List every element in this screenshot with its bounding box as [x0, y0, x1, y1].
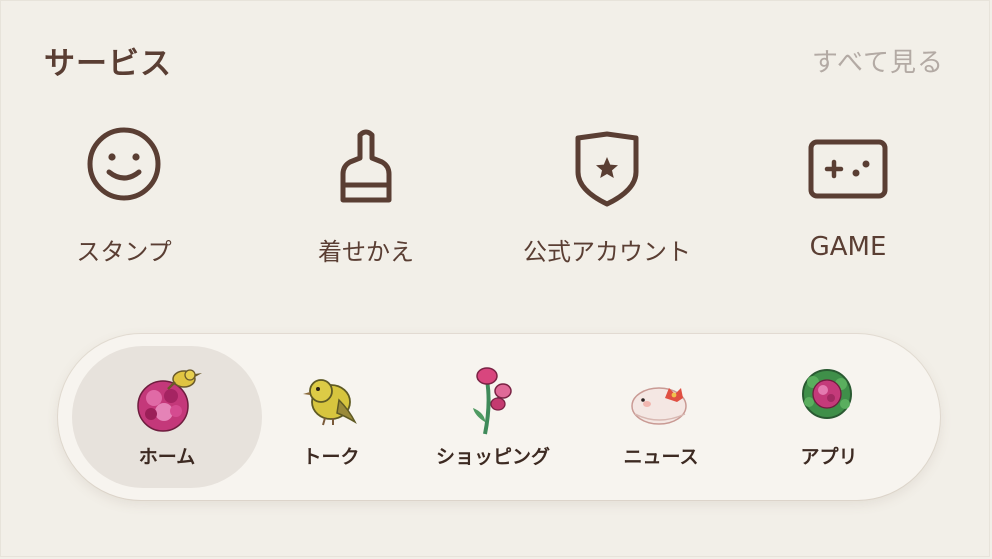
tab-news[interactable]: ニュース — [566, 346, 756, 488]
tab-shopping[interactable]: ショッピング — [398, 346, 588, 488]
see-all-link[interactable]: すべて見る — [812, 42, 944, 79]
service-label: 公式アカウント — [523, 238, 691, 266]
tab-label: アプリ — [800, 446, 858, 468]
bottom-navigation: ホーム トーク ショッピング ニュース アプリ — [58, 334, 940, 500]
flower-with-bird-icon — [137, 369, 202, 432]
service-official-accounts[interactable]: 公式アカウント — [497, 126, 717, 276]
flower-stem-icon — [473, 367, 512, 435]
bird-with-flower-icon — [631, 387, 687, 425]
tab-label: ニュース — [623, 446, 699, 468]
tab-label: ショッピング — [435, 446, 550, 468]
yellow-bird-icon — [303, 379, 357, 426]
green-wreath-flower-icon — [802, 369, 852, 419]
service-game[interactable]: GAME — [738, 126, 958, 276]
services-title: サービス — [44, 46, 172, 82]
tab-label: ホーム — [138, 446, 196, 468]
service-label: 着せかえ — [318, 238, 414, 266]
service-label: GAME — [809, 232, 887, 262]
shield-star-icon — [575, 131, 639, 207]
services-grid: スタンプ 着せかえ 公式アカウント GAME — [0, 126, 992, 276]
game-controller-icon — [808, 139, 888, 199]
smiley-icon — [87, 127, 161, 201]
service-label: スタンプ — [76, 238, 172, 266]
service-themes[interactable]: 着せかえ — [256, 126, 476, 276]
service-stamp[interactable]: スタンプ — [14, 126, 234, 276]
tab-apps[interactable]: アプリ — [734, 346, 924, 488]
tab-home[interactable]: ホーム — [72, 346, 262, 488]
brush-icon — [340, 129, 392, 203]
